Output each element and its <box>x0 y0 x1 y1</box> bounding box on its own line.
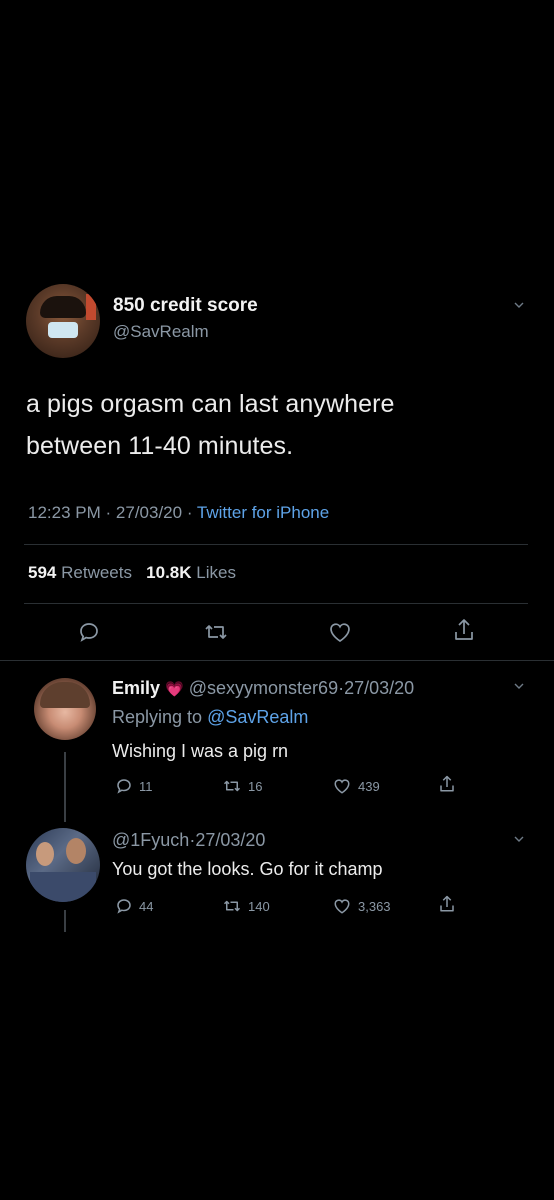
retweet-icon[interactable] <box>203 620 229 644</box>
like-icon <box>334 779 350 794</box>
retweets-count: 594 <box>28 563 57 582</box>
retweets-label: Retweets <box>61 563 132 582</box>
retweet-action[interactable]: 16 <box>222 777 262 795</box>
reply-action[interactable]: 44 <box>115 897 153 915</box>
reply-icon <box>117 899 131 914</box>
share-icon[interactable] <box>438 894 456 914</box>
reply-date: 27/03/20 <box>344 678 415 698</box>
display-name[interactable]: Emily <box>112 678 160 698</box>
thread-line <box>64 752 66 822</box>
separator-dot: · <box>105 503 112 522</box>
reply-text: Wishing I was a pig rn <box>112 741 289 761</box>
divider <box>24 544 528 545</box>
divider <box>0 660 554 661</box>
divider <box>24 603 528 604</box>
retweet-icon <box>223 900 241 912</box>
handle[interactable]: @SavRealm <box>113 322 209 342</box>
avatar-850-credit-score[interactable] <box>26 284 100 358</box>
handle[interactable]: @1Fyuch <box>112 830 189 850</box>
display-name[interactable]: 850 credit score <box>113 295 258 317</box>
reply-action[interactable]: 11 <box>115 777 153 795</box>
replying-to: Replying to @SavRealm <box>112 707 308 728</box>
like-action[interactable]: 3,363 <box>332 897 391 915</box>
tweet-text-line-2: between 11-40 minutes. <box>26 432 294 460</box>
chevron-down-icon[interactable] <box>514 834 524 844</box>
likes-link[interactable]: 10.8K Likes <box>146 563 236 582</box>
tweet-meta: 12:23 PM · 27/03/20 · Twitter for iPhone <box>28 503 329 523</box>
likes-count: 10.8K <box>146 563 192 582</box>
reply1-header: Emily 💗 @sexyymonster69·27/03/20 <box>112 678 414 699</box>
likes-label: Likes <box>196 563 236 582</box>
handle[interactable]: @sexyymonster69 <box>189 678 338 698</box>
replying-to-handle-link[interactable]: @SavRealm <box>207 707 308 727</box>
like-count: 439 <box>358 778 380 794</box>
like-action[interactable]: 439 <box>332 777 380 795</box>
reply-text: You got the looks. Go for it champ <box>112 859 383 879</box>
like-count: 3,363 <box>358 898 391 914</box>
reply-icon <box>117 779 131 794</box>
tweet-stats: 594 Retweets 10.8K Likes <box>28 563 236 583</box>
avatar-emily[interactable] <box>34 678 96 740</box>
reply-icon[interactable] <box>77 620 101 644</box>
reply2-header: @1Fyuch·27/03/20 <box>112 830 265 851</box>
tweet-date: 27/03/20 <box>115 503 183 522</box>
chevron-down-icon[interactable] <box>514 681 524 691</box>
heart-emoji-icon: 💗 <box>165 681 184 698</box>
replying-to-label: Replying to <box>112 707 203 727</box>
tweet-time: 12:23 PM <box>28 503 101 522</box>
retweet-icon <box>223 780 241 792</box>
chevron-down-icon[interactable] <box>514 300 524 310</box>
retweet-count: 16 <box>248 778 263 794</box>
avatar-1fyuch[interactable] <box>26 828 100 902</box>
retweet-count: 140 <box>248 898 270 914</box>
reply-count: 11 <box>139 778 153 794</box>
like-icon[interactable] <box>327 620 353 644</box>
retweet-action[interactable]: 140 <box>222 897 270 915</box>
separator-dot: · <box>186 503 193 522</box>
share-icon[interactable] <box>438 774 456 794</box>
tweet-text-line-1: a pigs orgasm can last anywhere <box>26 390 395 418</box>
reply-count: 44 <box>139 898 154 914</box>
share-icon[interactable] <box>452 617 476 643</box>
retweets-link[interactable]: 594 Retweets <box>28 563 137 582</box>
thread-line <box>64 910 66 932</box>
reply-date: 27/03/20 <box>195 830 266 850</box>
like-icon <box>334 899 350 914</box>
tweet-source-link[interactable]: Twitter for iPhone <box>197 503 329 522</box>
